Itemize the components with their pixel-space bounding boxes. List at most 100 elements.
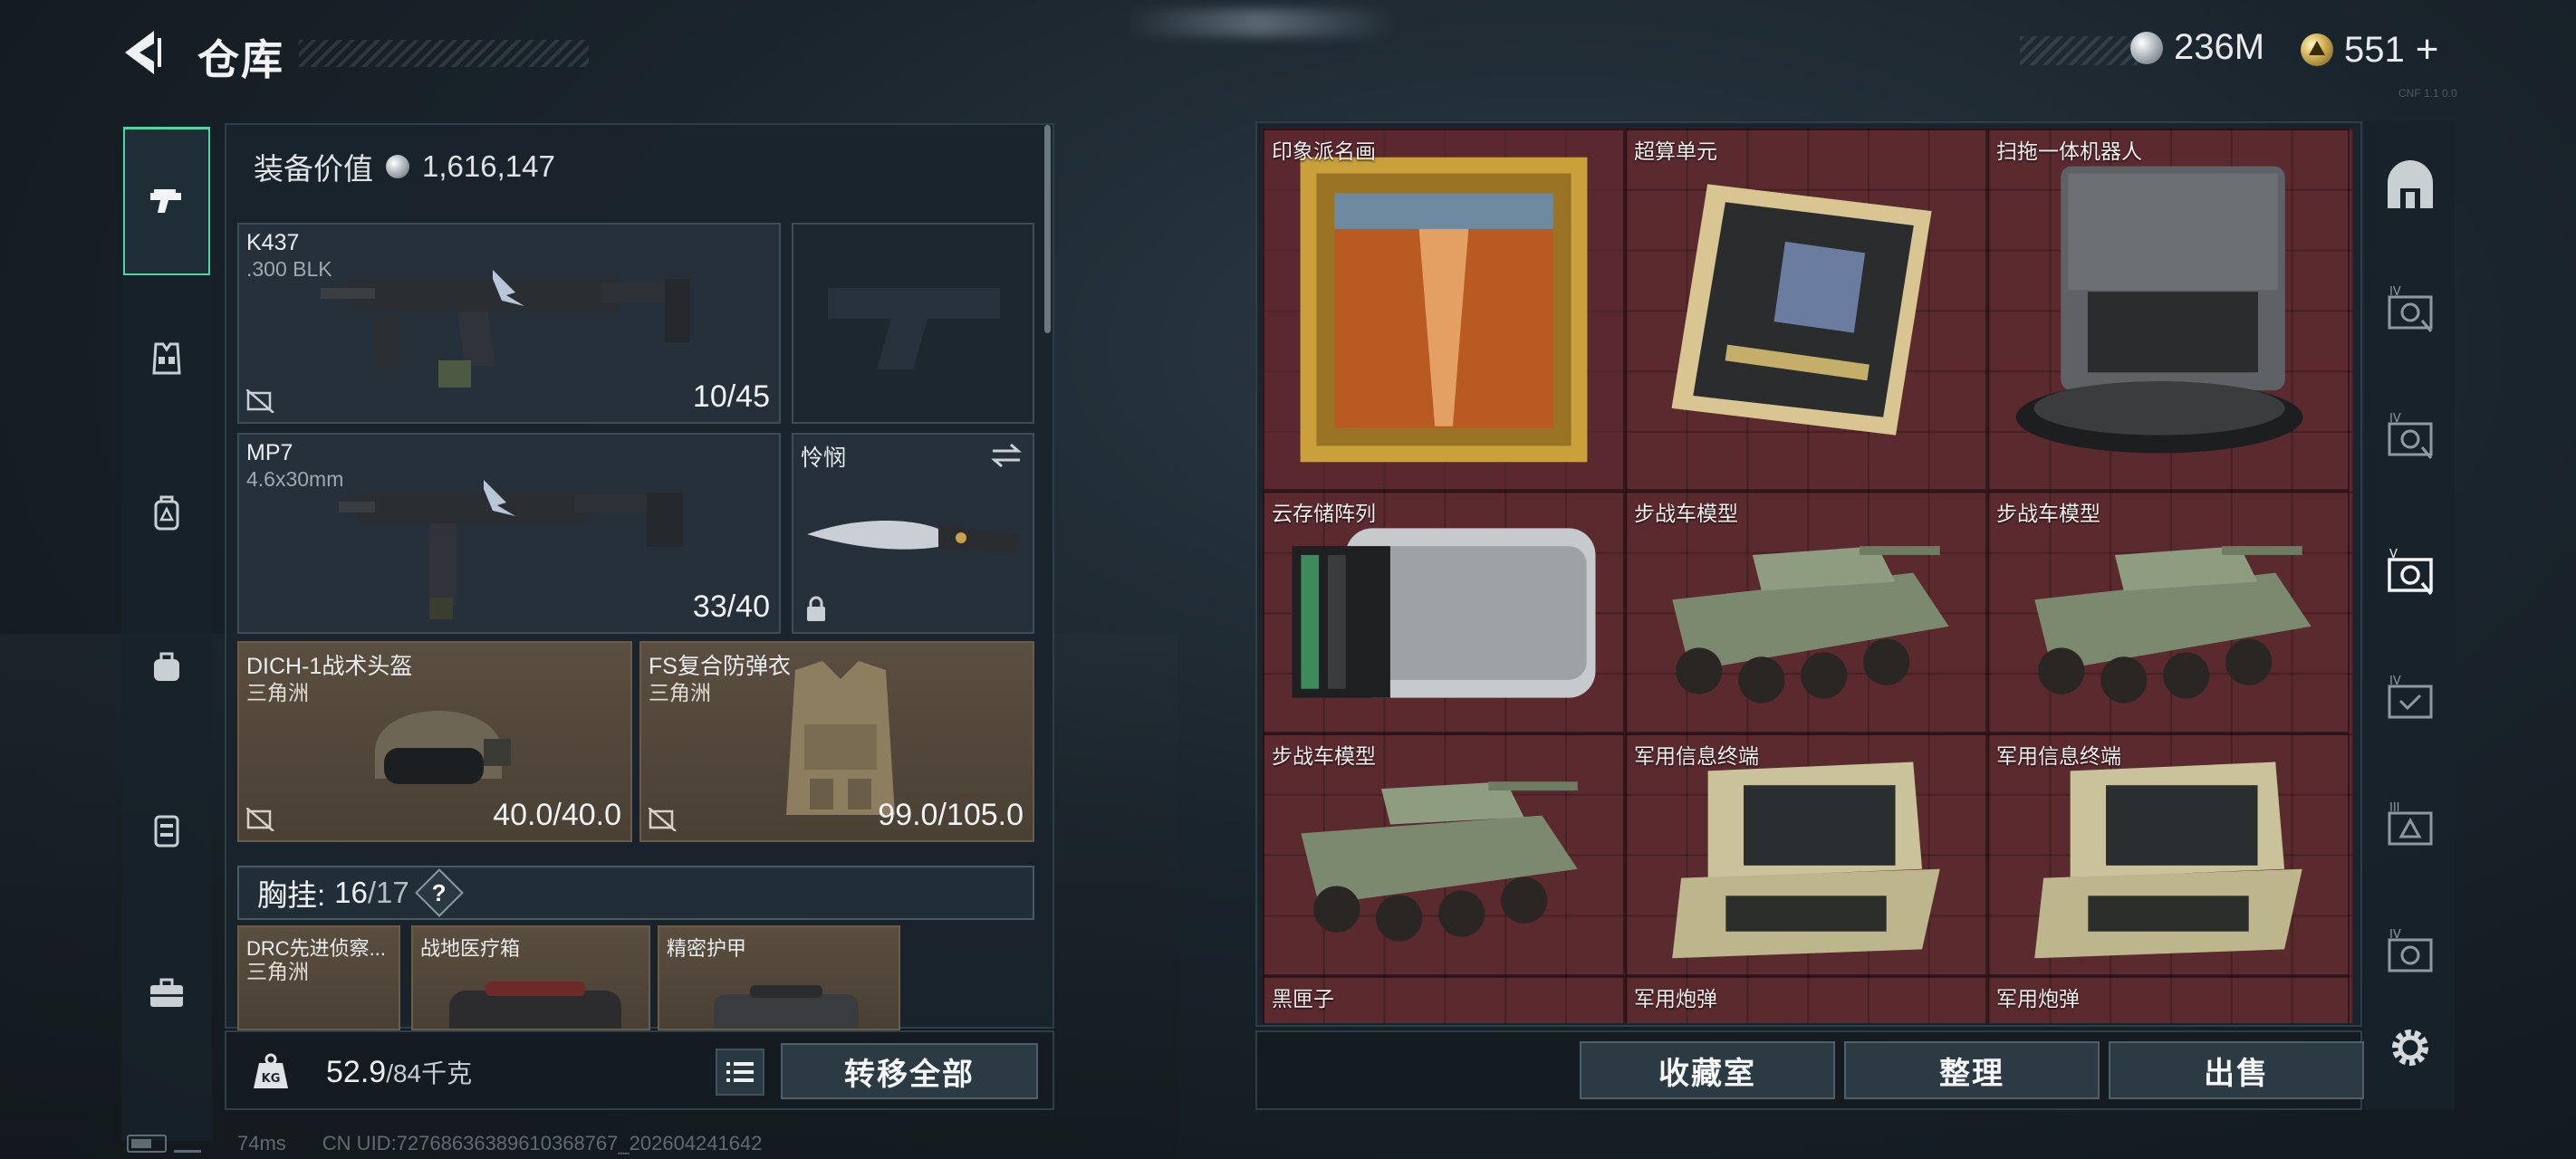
stash-item-ifv-model[interactable]: 步战车模型 (1625, 491, 1987, 733)
tier-item-active[interactable]: V (2380, 547, 2440, 607)
category-backpack[interactable] (134, 480, 199, 545)
no-insurance-icon (649, 808, 677, 831)
chest-item-2[interactable]: 战地医疗箱 (411, 925, 650, 1030)
stash-item-military-terminal[interactable]: 军用信息终端 (1625, 733, 1987, 976)
chest-item-1[interactable]: DRC先进侦察... 三角洲 (237, 925, 400, 1030)
stash-item-artillery-shell[interactable]: 军用炮弹 (1625, 976, 1987, 1023)
helmet-slot[interactable]: DICH-1战术头盔 三角洲 40.0/40.0 (237, 641, 632, 842)
chest-rig-label: 胸挂: (257, 878, 326, 912)
tier-item[interactable]: IV (2380, 927, 2440, 987)
loadout-panel: 装备价值 1,616,147 K437 .300 BLK 10/45 MP7 4… (225, 123, 1054, 1030)
svg-text:IV: IV (2389, 285, 2401, 299)
svg-text:V: V (2389, 548, 2398, 561)
stash-item-name: 步战车模型 (1272, 744, 1376, 768)
category-vest[interactable] (134, 326, 199, 391)
collection-room-button[interactable]: 收藏室 (1580, 1041, 1835, 1099)
stash-grid: 印象派名画 超算单元 扫拖一体机器人 云存储阵列 步战车模型 步战车模型 步战车… (1263, 129, 2353, 1023)
corner-tag: CNF 1.1 0.0 (2398, 87, 2457, 100)
stash-item-name: 云存储阵列 (1272, 502, 1376, 525)
equipment-value-label: 装备价值 (254, 152, 373, 186)
silver-coin-icon (386, 155, 409, 178)
armor-slot[interactable]: FS复合防弹衣 三角洲 99.0/105.0 (639, 641, 1034, 842)
svg-text:IV: IV (2389, 928, 2401, 942)
help-button[interactable]: ? (414, 868, 464, 917)
currency-gold[interactable]: 551 + (2301, 27, 2438, 72)
stash-item-black-box[interactable]: 黑匣子 (1263, 976, 1625, 1023)
swap-icon[interactable] (989, 442, 1024, 469)
list-view-button[interactable] (716, 1049, 764, 1096)
loadout-footer: KG 52.9/84千克 转移全部 (225, 1030, 1054, 1110)
stash-tier-icon: IV (2388, 285, 2433, 332)
armor-durability: 99.0/105.0 (878, 798, 1024, 832)
svg-text:IV: IV (2389, 675, 2401, 688)
rugged-terminal-icon (2034, 761, 2302, 959)
status-bar: 74ms CN UID:727686363896103​68767_202604… (127, 1132, 762, 1155)
loadout-scrollbar[interactable] (1044, 125, 1051, 333)
category-case[interactable] (134, 797, 199, 862)
armored-vehicle-icon (1672, 546, 1949, 704)
carry-weight: 52.9/84千克 (326, 1054, 472, 1090)
secondary-weapon-slot[interactable]: MP7 4.6x30mm 33/40 (237, 433, 781, 634)
rugged-terminal-icon (1672, 761, 1940, 959)
settings-button[interactable] (2384, 1021, 2437, 1074)
currency-silver-value: 236M (2174, 27, 2265, 67)
circuit-board-icon (1671, 184, 1932, 436)
transfer-all-button[interactable]: 转移全部 (781, 1043, 1038, 1099)
category-bag[interactable] (134, 634, 199, 699)
title-decoration (299, 40, 589, 67)
tier-item[interactable]: IV (2380, 284, 2440, 344)
tier-overview[interactable] (2380, 158, 2440, 217)
armor-plate-icon (714, 985, 859, 1029)
primary-weapon-slot[interactable]: K437 .300 BLK 10/45 (237, 223, 781, 424)
chest-item-origin: 三角洲 (246, 960, 309, 983)
chest-item-3[interactable]: 精密护甲 (658, 925, 900, 1030)
melee-slot[interactable]: 怜悯 (792, 433, 1034, 634)
tier-item[interactable]: III (2380, 800, 2440, 860)
chest-rig-icon (152, 342, 181, 375)
secondary-weapon-ammo-count: 33/40 (692, 589, 770, 624)
stash-item-painting[interactable]: 印象派名画 (1263, 129, 1625, 491)
stash-item-military-terminal[interactable]: 军用信息终端 (1987, 733, 2350, 976)
rifle-icon (321, 270, 690, 388)
currency-silver[interactable]: 236M (2130, 27, 2264, 68)
pistol-slot[interactable] (792, 223, 1034, 424)
primary-weapon-ammo-count: 10/45 (692, 379, 770, 414)
equipment-value-amount: 1,616,147 (422, 149, 555, 183)
melee-name: 怜悯 (801, 445, 847, 471)
carry-weight-value: 52.9 (326, 1055, 387, 1089)
pistol-placeholder-icon (828, 288, 1000, 369)
stash-tier-icon: IV (2388, 928, 2433, 972)
stash-item-name: 军用炮弹 (1634, 987, 1717, 1011)
painting-icon (1300, 157, 1588, 463)
tier-item[interactable]: IV (2380, 674, 2440, 733)
no-insurance-icon (246, 389, 274, 413)
ping-value: 74ms (237, 1132, 286, 1154)
stash-item-name: 步战车模型 (1634, 502, 1738, 525)
stash-tier-icon: III (2388, 801, 2433, 846)
chest-rig-current: 16 (334, 876, 368, 909)
chest-rig-bar: 胸挂: 16 /17 ? (237, 866, 1034, 920)
stash-item-cloud-storage[interactable]: 云存储阵列 (1263, 491, 1625, 733)
stash-panel: 印象派名画 超算单元 扫拖一体机器人 云存储阵列 步战车模型 步战车模型 步战车… (1255, 121, 2362, 1027)
stash-item-ifv-model[interactable]: 步战车模型 (1987, 491, 2350, 733)
category-sidebar (121, 127, 212, 1141)
stash-item-name: 黑匣子 (1272, 987, 1334, 1011)
back-button[interactable] (118, 25, 172, 80)
back-arrow-icon (125, 31, 161, 74)
stash-item-ifv-model[interactable]: 步战车模型 (1263, 733, 1625, 976)
stash-item-name: 军用信息终端 (1996, 744, 2121, 768)
stash-item-supercomputer[interactable]: 超算单元 (1625, 129, 1987, 491)
stash-item-robot-vacuum[interactable]: 扫拖一体机器人 (1987, 129, 2350, 491)
weight-icon: KG (254, 1053, 288, 1088)
category-weapons[interactable] (123, 127, 210, 275)
svg-text:IV: IV (2389, 412, 2401, 426)
gear-icon (2392, 1030, 2428, 1066)
armored-vehicle-icon (1301, 781, 1578, 942)
stash-item-artillery-shell[interactable]: 军用炮弹 (1987, 976, 2350, 1023)
sell-button[interactable]: 出售 (2109, 1041, 2364, 1099)
add-gold-button[interactable]: + (2416, 27, 2439, 72)
sort-button[interactable]: 整理 (1844, 1041, 2100, 1099)
tier-item[interactable]: IV (2380, 411, 2440, 471)
helmet-origin: 三角洲 (246, 681, 309, 704)
category-toolbox[interactable] (134, 960, 199, 1025)
